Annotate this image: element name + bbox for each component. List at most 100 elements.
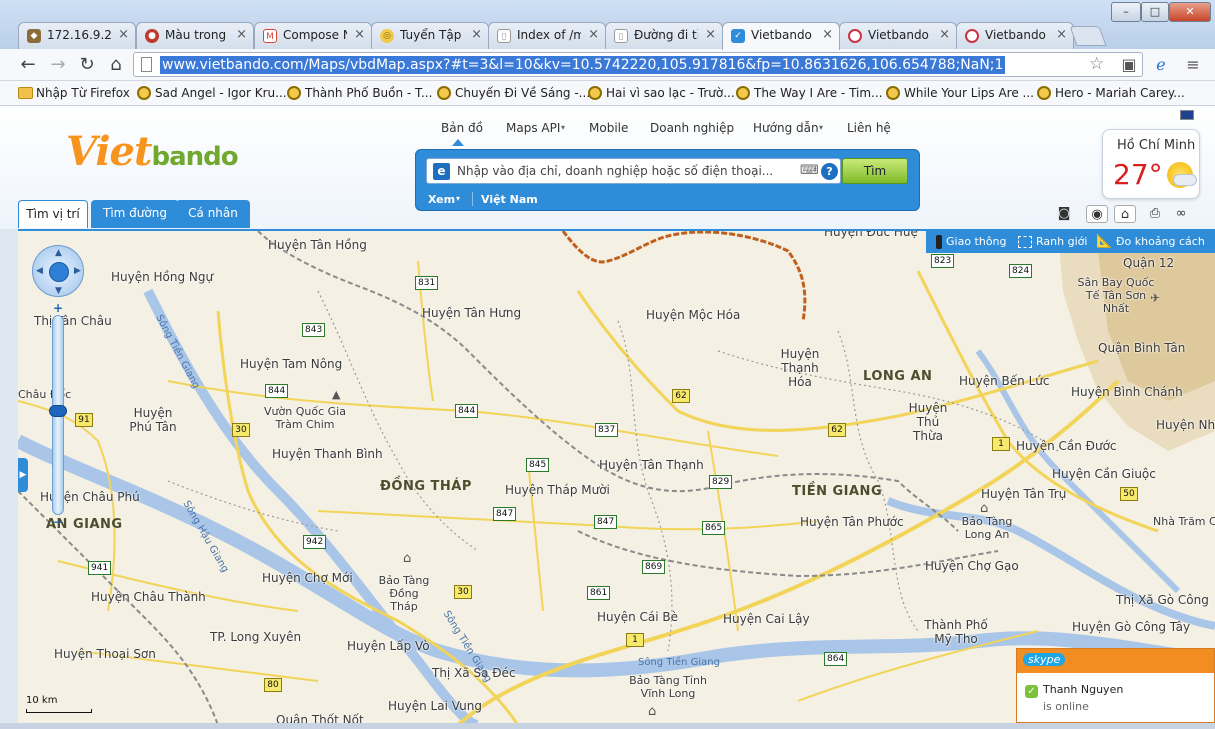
place-label: Huyện Đức Huệ [824, 229, 918, 239]
page-icon: ▯ [497, 29, 511, 43]
museum-icon[interactable]: ⌂ [403, 551, 411, 566]
close-tab-icon[interactable]: × [1056, 27, 1067, 42]
bookmark-item[interactable]: While Your Lips Are ... [886, 84, 1034, 102]
bookmark-item[interactable]: Hero - Mariah Carey... [1037, 84, 1185, 102]
nav-lien-he[interactable]: Liên hệ [847, 121, 891, 135]
extension-icon[interactable]: ▣ [1118, 54, 1140, 76]
layer-do-khoang-cach[interactable]: Đo khoảng cách [1116, 235, 1205, 248]
close-tab-icon[interactable]: × [939, 27, 950, 42]
museum-icon[interactable]: ⌂ [980, 501, 988, 516]
bookmark-item[interactable]: The Way I Are - Tim... [736, 84, 883, 102]
browser-tab[interactable]: Vietbando × [956, 22, 1074, 49]
park-icon[interactable]: ▲ [332, 388, 340, 401]
place-label: Quận Bình Tân [1098, 341, 1186, 355]
arrow-left-icon[interactable]: ◀ [36, 266, 43, 276]
vietbando-logo[interactable]: Vietbando [66, 128, 239, 175]
view-value[interactable]: Việt Nam [481, 193, 538, 206]
keyboard-icon[interactable]: ⌨ [800, 163, 819, 178]
bookmark-item[interactable]: Hai vì sao lạc - Trườ... [588, 84, 735, 102]
close-tab-icon[interactable]: × [236, 27, 247, 42]
search-input[interactable]: e Nhập vào địa chỉ, doanh nghiệp hoặc số… [426, 158, 841, 184]
museum-icon[interactable]: ⌂ [648, 704, 656, 719]
nav-maps-api[interactable]: Maps API [506, 121, 560, 135]
close-tab-icon[interactable]: × [118, 27, 129, 42]
nav-huong-dan[interactable]: Hướng dẫn [753, 121, 819, 135]
nav-doanh-nghiep[interactable]: Doanh nghiệp [650, 121, 734, 135]
skype-notification[interactable]: skype ✓ Thanh Nguyen is online [1016, 648, 1215, 723]
star-icon[interactable]: ☆ [1089, 54, 1104, 74]
map-layer-bar: Giao thông Ranh giới 📐 Đo khoảng cách [926, 231, 1215, 253]
arrow-up-icon[interactable]: ▲ [55, 248, 62, 258]
bookmark-item[interactable]: Chuyến Đi Về Sáng -... [437, 84, 590, 102]
arrow-down-icon[interactable]: ▼ [55, 286, 62, 296]
browser-tab[interactable]: ◆ 172.16.9.20 × [18, 22, 136, 49]
url-text[interactable]: www.vietbando.com/Maps/vbdMap.aspx?#t=3&… [160, 56, 1006, 74]
browser-tab[interactable]: M Compose N × [254, 22, 372, 49]
bookmark-label: Chuyến Đi Về Sáng -... [455, 86, 591, 100]
chevron-down-icon[interactable]: ▾ [456, 194, 460, 203]
back-icon[interactable]: ← [16, 53, 40, 77]
bookmarks-bar: Nhập Từ Firefox Sad Angel - Igor Kru... … [0, 81, 1215, 106]
place-label: Huyện Thạnh Hóa [780, 347, 820, 389]
maximize-button[interactable]: □ [1141, 2, 1169, 22]
bookmark-label: While Your Lips Are ... [904, 86, 1034, 100]
help-icon[interactable]: ? [821, 163, 838, 180]
tab-tim-duong[interactable]: Tìm đường [91, 200, 179, 228]
uk-flag-icon[interactable] [1180, 110, 1194, 120]
view-label[interactable]: Xem [428, 193, 455, 206]
home-icon[interactable]: ⌂ [104, 53, 128, 77]
search-button[interactable]: Tìm [842, 158, 908, 184]
layer-giao-thong[interactable]: Giao thông [946, 235, 1007, 248]
nav-ban-do[interactable]: Bản đồ [441, 121, 483, 135]
pan-center-icon[interactable] [49, 262, 69, 282]
road-number: 941 [88, 561, 112, 575]
layer-ranh-gioi[interactable]: Ranh giới [1036, 235, 1087, 248]
reload-icon[interactable]: ↻ [75, 53, 99, 77]
airport-icon[interactable]: ✈ [1150, 291, 1160, 305]
eye-icon[interactable]: ◉ [1086, 205, 1108, 223]
place-label: Huyện Lai Vung [388, 699, 482, 713]
tab-tim-vi-tri[interactable]: Tìm vị trí [18, 200, 88, 228]
place-label: Huyện Chợ Mới [262, 571, 353, 585]
side-panel-toggle[interactable]: ▶ [18, 458, 28, 492]
ie-icon[interactable]: ℯ [1150, 54, 1172, 76]
browser-tab[interactable]: Vietbando × [839, 22, 957, 49]
zoom-out-icon[interactable]: − [51, 515, 65, 529]
zoom-slider-handle[interactable] [49, 405, 67, 417]
browser-tab[interactable]: ◎ Tuyển Tập × [371, 22, 489, 49]
close-tab-icon[interactable]: × [471, 27, 482, 42]
home-icon[interactable]: ⌂ [1114, 205, 1136, 223]
close-tab-icon[interactable]: × [822, 27, 833, 42]
arrow-right-icon[interactable]: ▶ [74, 266, 81, 276]
browser-tab[interactable]: ● Màu trong × [136, 22, 254, 49]
close-tab-icon[interactable]: × [588, 27, 599, 42]
close-tab-icon[interactable]: × [354, 27, 365, 42]
bookmark-folder[interactable]: Nhập Từ Firefox [18, 84, 130, 102]
minimize-button[interactable]: – [1111, 2, 1141, 22]
address-bar[interactable]: www.vietbando.com/Maps/vbdMap.aspx?#t=3&… [133, 52, 1143, 77]
camera-icon[interactable]: ◙ [1053, 205, 1075, 223]
print-icon[interactable]: ⎙ [1144, 205, 1166, 223]
place-label: Huyện Tam Nông [240, 357, 343, 371]
tab-ca-nhan[interactable]: Cá nhân [176, 200, 250, 228]
province-label: LONG AN [863, 369, 933, 384]
close-tab-icon[interactable]: × [705, 27, 716, 42]
forward-icon[interactable]: → [46, 53, 70, 77]
browser-tab[interactable]: ▯ Index of /m × [488, 22, 606, 49]
bookmark-label: Hero - Mariah Carey... [1055, 86, 1185, 100]
zoom-in-icon[interactable]: + [51, 301, 65, 315]
close-window-button[interactable]: ✕ [1169, 2, 1211, 22]
contact-name[interactable]: Thanh Nguyen [1043, 683, 1123, 696]
link-icon[interactable]: ∞ [1170, 205, 1192, 223]
road-number: 837 [595, 423, 619, 437]
bookmark-item[interactable]: Thành Phố Buồn - T... [287, 84, 432, 102]
browser-tab[interactable]: ▯ Đường đi tỉ × [605, 22, 723, 49]
pan-control[interactable]: ▲ ▼ ◀ ▶ [32, 245, 84, 297]
nav-mobile[interactable]: Mobile [589, 121, 628, 135]
disc-icon [437, 86, 451, 100]
browser-tab-active[interactable]: ✓ Vietbando × [722, 22, 840, 50]
new-tab-button[interactable] [1069, 26, 1107, 46]
bookmark-item[interactable]: Sad Angel - Igor Kru... [137, 84, 287, 102]
road-number: 1 [992, 437, 1010, 451]
menu-icon[interactable]: ≡ [1182, 54, 1204, 76]
